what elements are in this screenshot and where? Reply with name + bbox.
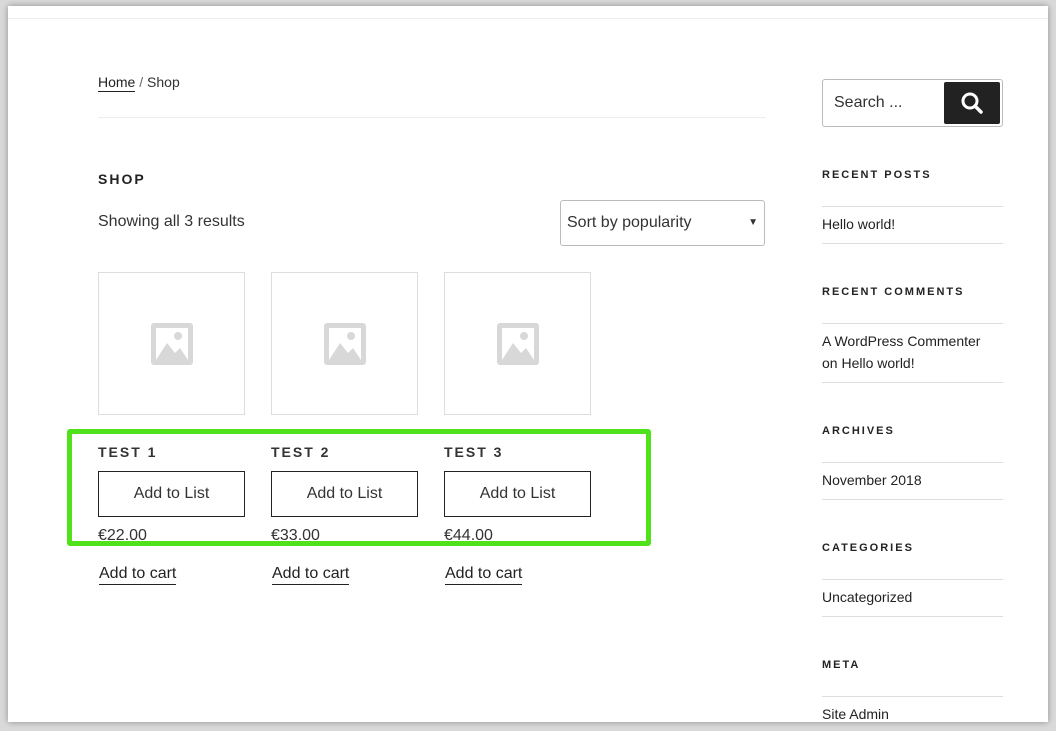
product-image[interactable] <box>98 272 245 415</box>
product-title[interactable]: TEST 2 <box>271 444 330 460</box>
recent-post-link[interactable]: Hello world! <box>822 213 895 235</box>
image-placeholder-icon <box>323 322 366 365</box>
page: Home / Shop SHOP Showing all 3 results S… <box>8 6 1048 722</box>
image-placeholder-icon <box>150 322 193 365</box>
breadcrumb-home-link[interactable]: Home <box>98 74 136 92</box>
widget-divider <box>822 499 1003 500</box>
top-divider <box>8 18 1048 19</box>
search-input[interactable]: Search ... <box>834 94 902 112</box>
breadcrumb-current: Shop <box>147 74 180 90</box>
widget-title-recent-comments: RECENT COMMENTS <box>822 286 965 298</box>
widget-divider <box>822 462 1003 463</box>
widget-divider <box>822 243 1003 244</box>
search-form: Search ... <box>822 79 1003 127</box>
widget-title-archives: ARCHIVES <box>822 425 895 437</box>
product-price: €44.00 <box>444 527 493 544</box>
comment-on-label: on <box>822 355 838 371</box>
add-to-cart-link[interactable]: Add to cart <box>99 565 177 585</box>
sort-select[interactable]: Sort by popularity ▼ <box>560 200 765 246</box>
widget-divider <box>822 616 1003 617</box>
widget-title-categories: CATEGORIES <box>822 542 914 554</box>
add-to-list-button[interactable]: Add to List <box>98 471 245 517</box>
widget-divider <box>822 323 1003 324</box>
product-price: €33.00 <box>271 527 320 544</box>
result-count: Showing all 3 results <box>98 213 245 230</box>
comment-post-link[interactable]: Hello world! <box>841 355 914 371</box>
page-title: SHOP <box>98 171 146 187</box>
widget-divider <box>822 382 1003 383</box>
search-button[interactable] <box>944 82 1000 124</box>
chevron-down-icon: ▼ <box>748 217 758 228</box>
product-price: €22.00 <box>98 527 147 544</box>
product-title[interactable]: TEST 1 <box>98 444 157 460</box>
widget-divider <box>822 696 1003 697</box>
image-placeholder-icon <box>496 322 539 365</box>
widget-title-meta: META <box>822 659 861 671</box>
widget-divider <box>822 579 1003 580</box>
add-to-list-button[interactable]: Add to List <box>271 471 418 517</box>
breadcrumb-separator: / <box>139 74 144 90</box>
product-image[interactable] <box>271 272 418 415</box>
sort-select-value: Sort by popularity <box>567 214 692 231</box>
product-title[interactable]: TEST 3 <box>444 444 503 460</box>
comment-author-link[interactable]: A WordPress Commenter <box>822 333 980 349</box>
breadcrumb-divider <box>98 117 766 118</box>
add-to-cart-link[interactable]: Add to cart <box>445 565 523 585</box>
add-to-cart-link[interactable]: Add to cart <box>272 565 350 585</box>
widget-title-recent-posts: RECENT POSTS <box>822 169 932 181</box>
recent-comment: A WordPress Commenter on Hello world! <box>822 330 980 374</box>
breadcrumb: Home / Shop <box>98 74 180 92</box>
category-link[interactable]: Uncategorized <box>822 586 912 608</box>
meta-link[interactable]: Site Admin <box>822 703 889 722</box>
product-image[interactable] <box>444 272 591 415</box>
widget-divider <box>822 206 1003 207</box>
archive-link[interactable]: November 2018 <box>822 469 922 491</box>
add-to-list-button[interactable]: Add to List <box>444 471 591 517</box>
search-icon <box>961 92 983 114</box>
